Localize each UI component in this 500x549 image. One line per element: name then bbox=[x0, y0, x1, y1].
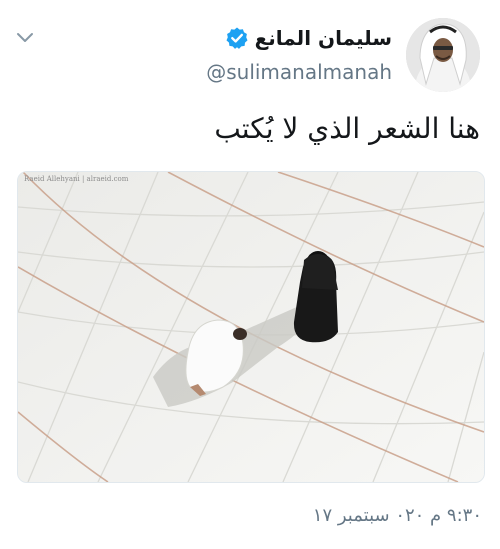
user-handle[interactable]: @sulimanalmanah bbox=[206, 60, 392, 84]
photo-watermark: Raeid Allehyani | alraeid.com bbox=[24, 175, 129, 183]
chevron-down-icon[interactable] bbox=[15, 30, 35, 46]
verified-badge-icon bbox=[226, 27, 248, 49]
photo-scene bbox=[18, 172, 484, 482]
display-name[interactable]: سليمان المانع bbox=[255, 26, 392, 50]
tweet-photo[interactable]: Raeid Allehyani | alraeid.com bbox=[17, 171, 485, 483]
tweet-text: هنا الشعر الذي لا يُكتب bbox=[214, 112, 480, 145]
tweet-card: سليمان المانع @sulimanalmanah هنا الشعر … bbox=[0, 0, 500, 549]
user-name-row: سليمان المانع bbox=[225, 26, 392, 50]
tweet-timestamp[interactable]: ٩:٣٠ م ٠٢٠ سبتمبر ١٧ bbox=[313, 505, 482, 526]
avatar[interactable] bbox=[406, 18, 480, 92]
